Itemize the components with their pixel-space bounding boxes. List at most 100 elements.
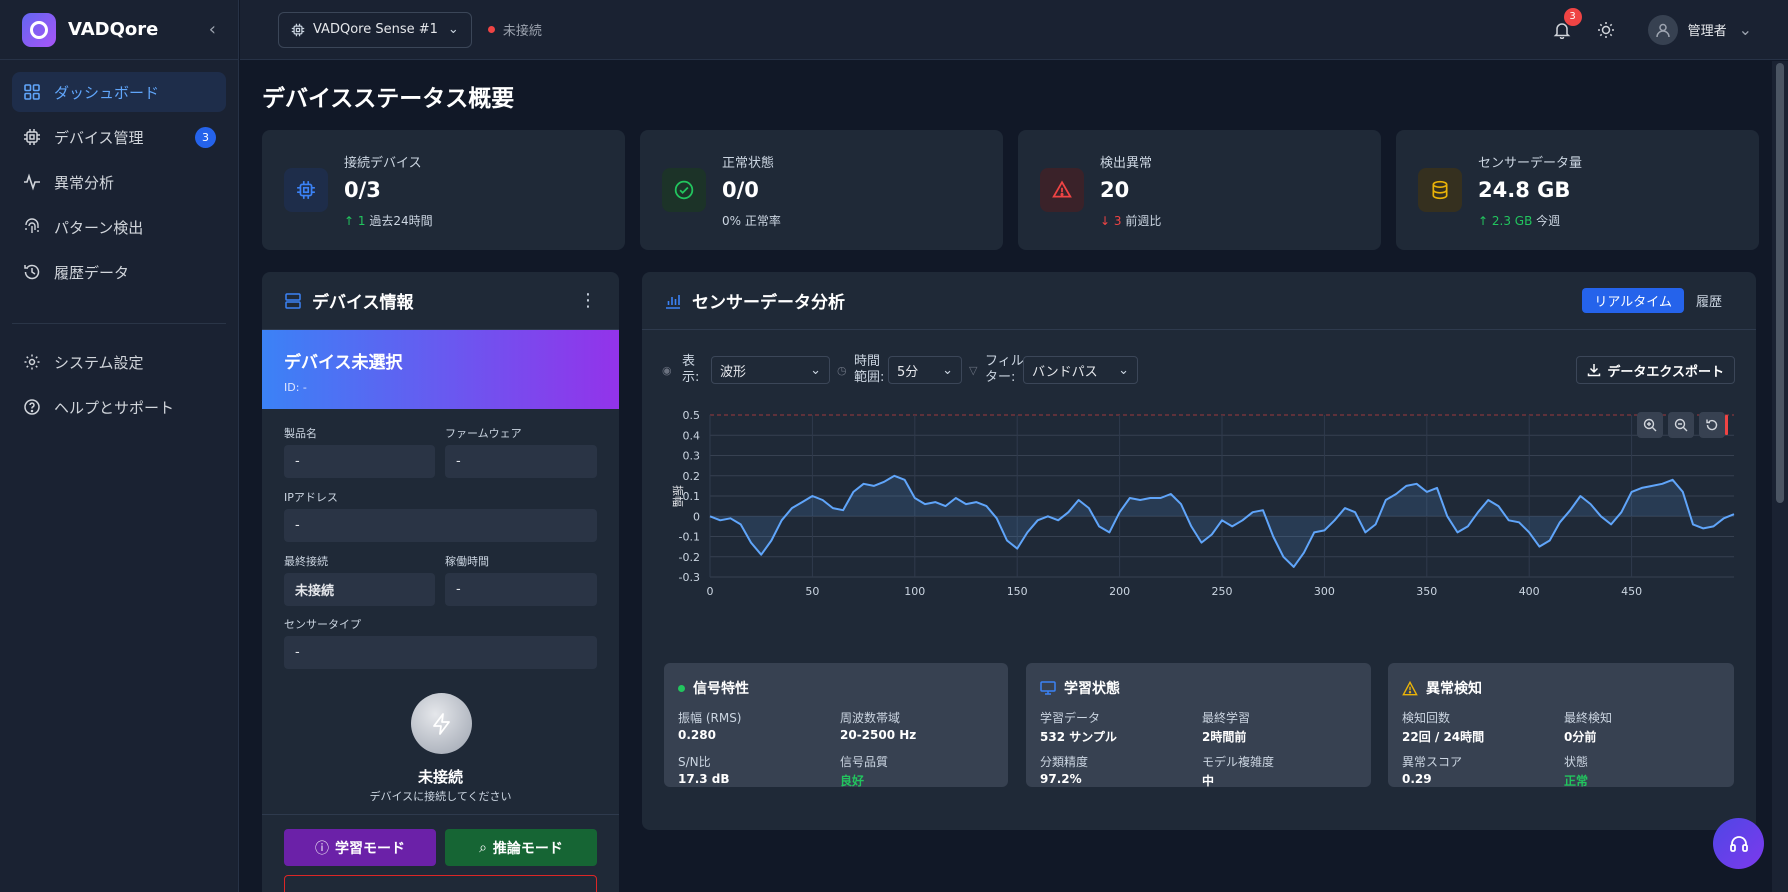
sidebar-item-dashboard[interactable]: ダッシュボード	[12, 72, 226, 112]
chart-zoom-controls	[1632, 412, 1728, 438]
topbar: VADQore Sense #1 ⌄ 未接続 3 管理者 ⌄	[240, 0, 1788, 60]
card-title-text: 異常検知	[1426, 681, 1482, 697]
notification-count-badge: 3	[1563, 7, 1582, 26]
device-banner-title: デバイス未選択	[284, 353, 403, 373]
bolt-icon	[411, 693, 472, 754]
avatar[interactable]	[1647, 14, 1678, 45]
monitor-icon	[1040, 681, 1056, 695]
card-title: 異常検知	[1402, 678, 1482, 698]
x-tick-label: 150	[1007, 585, 1028, 598]
chevron-down-icon[interactable]: ⌄	[1739, 20, 1752, 39]
sidebar-nav: ダッシュボード デバイス管理 3 異常分析 パターン検出 履歴データ	[0, 60, 238, 309]
y-tick-label: -0.2	[679, 551, 700, 564]
x-tick-label: 300	[1314, 585, 1335, 598]
sidebar-item-devices[interactable]: デバイス管理 3	[12, 117, 226, 157]
info-value: 532 サンプル	[1040, 730, 1117, 744]
user-name[interactable]: 管理者	[1688, 20, 1727, 39]
page-scrollbar[interactable]	[1772, 61, 1788, 892]
notifications-button[interactable]: 3	[1550, 7, 1582, 42]
info-value: 20-2500 Hz	[840, 728, 917, 742]
sidebar-item-label: デバイス管理	[54, 128, 144, 147]
sidebar-item-label: 異常分析	[54, 173, 115, 192]
sensor-waveform-chart[interactable]: 0.5 0.4 0.3 0.2 0.1 0 -0.1 -0.2 -0.3 0 50 100 150 200…	[642, 272, 1756, 602]
collapse-sidebar-button[interactable]: ‹	[209, 19, 216, 40]
brand: VADQore ‹	[0, 0, 238, 60]
inference-mode-label: 推論モード	[492, 840, 563, 857]
connection-status-hint: デバイスに接続してください	[369, 790, 512, 803]
ip-label: IPアドレス	[284, 491, 338, 504]
y-tick-label: 0.5	[683, 409, 701, 422]
stat-label: 正常状態	[722, 156, 775, 171]
card-title: 学習状態	[1040, 678, 1120, 698]
x-tick-label: 200	[1109, 585, 1130, 598]
learning-mode-button[interactable]: ⓘ 学習モード	[284, 829, 436, 866]
last-connection-value: 未接続	[284, 573, 435, 606]
disconnect-button[interactable]	[284, 875, 597, 892]
device-banner-id: ID: -	[284, 381, 307, 394]
sidebar-item-help[interactable]: ヘルプとサポート	[12, 387, 226, 427]
theme-toggle-button[interactable]	[1594, 18, 1618, 42]
anomaly-detection-card: 異常検知 検知回数 22回 / 24時間 最終検知 0分前 異常スコア 0.29…	[1388, 663, 1734, 788]
card-title-text: 信号特性	[693, 681, 749, 697]
y-tick-label: -0.3	[679, 571, 700, 584]
warning-icon	[1402, 680, 1418, 696]
panel-title: デバイス情報	[312, 293, 414, 313]
inference-mode-button[interactable]: ⌕ 推論モード	[445, 829, 597, 866]
info-value: 0分前	[1564, 730, 1597, 744]
reset-zoom-button[interactable]	[1699, 412, 1725, 438]
uptime-value: -	[445, 573, 597, 606]
stat-subtext: ↑ 1 過去24時間	[344, 212, 433, 229]
status-dot-icon	[678, 684, 685, 692]
sidebar-item-anomaly-analysis[interactable]: 異常分析	[12, 162, 226, 202]
device-count-badge: 3	[195, 126, 216, 148]
x-tick-label: 250	[1212, 585, 1233, 598]
y-tick-label: 0	[693, 510, 700, 523]
stat-label: センサーデータ量	[1478, 156, 1583, 171]
stat-card-detected-anomalies: 検出異常 20 ↓ 3 前週比	[1018, 130, 1381, 250]
connection-status: 未接続	[502, 24, 542, 39]
user-icon	[1655, 23, 1670, 37]
stat-trend: ↑ 1	[344, 214, 366, 228]
sidebar-item-settings[interactable]: システム設定	[12, 342, 226, 382]
stat-subtext: ↓ 3 前週比	[1100, 212, 1161, 229]
chevron-down-icon: ⌄	[447, 22, 459, 37]
y-tick-label: 0.2	[683, 470, 701, 483]
support-chat-button[interactable]	[1713, 818, 1764, 869]
help-icon	[22, 397, 42, 417]
sidebar-item-history[interactable]: 履歴データ	[12, 252, 226, 292]
zoom-out-button[interactable]	[1668, 412, 1694, 438]
dashboard-icon	[22, 82, 42, 102]
stat-label: 検出異常	[1100, 156, 1153, 171]
product-label: 製品名	[284, 427, 317, 440]
sensor-type-value: -	[284, 636, 597, 669]
sun-icon	[1597, 21, 1614, 38]
device-info-panel: デバイス情報 ⋮ デバイス未選択 ID: - 製品名 - ファームウェア - I…	[262, 272, 619, 892]
zoom-in-button[interactable]	[1637, 412, 1663, 438]
info-value: 17.3 dB	[678, 772, 730, 786]
scrollbar-thumb[interactable]	[1776, 63, 1784, 503]
device-banner: デバイス未選択 ID: -	[262, 330, 619, 409]
sidebar-item-pattern-detection[interactable]: パターン検出	[12, 207, 226, 247]
sidebar-divider	[12, 323, 226, 324]
zoom-in-icon	[1643, 418, 1657, 432]
info-icon: ⓘ	[315, 840, 329, 857]
info-label: 検知回数	[1402, 711, 1451, 725]
x-tick-label: 450	[1621, 585, 1642, 598]
database-icon	[1418, 168, 1462, 212]
sidebar-item-label: 履歴データ	[54, 263, 130, 282]
fingerprint-icon	[22, 217, 42, 237]
search-icon: ⌕	[479, 839, 487, 856]
more-options-icon[interactable]: ⋮	[579, 290, 597, 311]
info-label: 分類精度	[1040, 755, 1089, 769]
stat-card-connected-devices: 接続デバイス 0/3 ↑ 1 過去24時間	[262, 130, 625, 250]
stat-card-sensor-data-volume: センサーデータ量 24.8 GB ↑ 2.3 GB 今週	[1396, 130, 1759, 250]
device-selector[interactable]: VADQore Sense #1 ⌄	[278, 11, 472, 48]
y-tick-label: -0.1	[679, 531, 700, 544]
sensor-type-label: センサータイプ	[284, 618, 361, 631]
y-axis-label: 振幅	[671, 485, 685, 507]
info-label: S/N比	[678, 755, 711, 769]
info-value: 22回 / 24時間	[1402, 730, 1485, 744]
reset-icon	[1706, 419, 1718, 431]
x-tick-label: 100	[904, 585, 925, 598]
info-label: 学習データ	[1040, 711, 1101, 725]
